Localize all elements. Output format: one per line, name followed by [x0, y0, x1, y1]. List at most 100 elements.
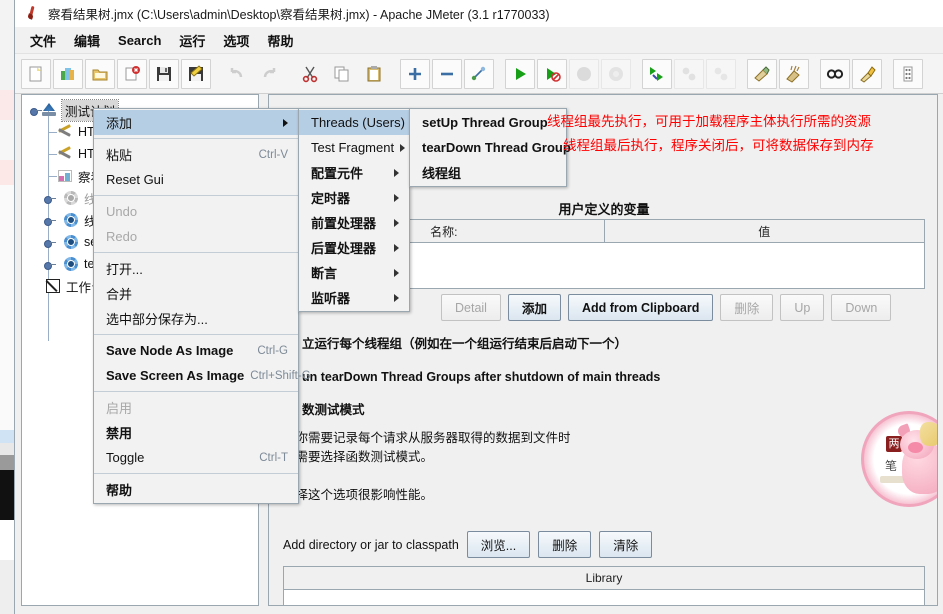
submenu-test-fragment-label: Test Fragment	[311, 140, 395, 155]
menu-file[interactable]: 文件	[21, 28, 65, 53]
tree-expand-handle-icon[interactable]	[44, 238, 56, 248]
tree-expand-handle-icon[interactable]	[44, 194, 56, 204]
main-window: 察看结果树.jmx (C:\Users\admin\Desktop\察看结果树.…	[14, 0, 943, 614]
paste-icon[interactable]	[359, 59, 389, 89]
ctx-save-screen-as-image-label: Save Screen As Image	[106, 368, 245, 383]
menu-options[interactable]: 选项	[214, 28, 258, 53]
ctx-save-node-as-image[interactable]: Save Node As Image Ctrl-G	[94, 338, 298, 363]
functional-test-mode-row[interactable]: 数测试模式	[283, 402, 923, 418]
menu-thread-group-label: 线程组	[422, 166, 462, 181]
redo-icon	[254, 59, 284, 89]
stop-remote-icon	[674, 58, 704, 89]
functional-test-mode-label: 数测试模式	[302, 403, 365, 417]
ctx-enable: 启用	[94, 395, 298, 420]
menu-separator	[94, 252, 298, 253]
start-no-timers-icon[interactable]	[537, 58, 567, 89]
ctx-reset-gui[interactable]: Reset Gui	[94, 167, 298, 192]
ctx-save-selection-as[interactable]: 选中部分保存为...	[94, 306, 298, 331]
menu-setup-thread-group[interactable]: setUp Thread Group	[410, 110, 566, 135]
close-document-icon[interactable]	[117, 58, 147, 89]
menu-bar: 文件 编辑 Search 运行 选项 帮助	[15, 27, 943, 54]
function-helper-icon[interactable]	[893, 58, 923, 89]
menu-help[interactable]: 帮助	[258, 28, 302, 53]
search-icon[interactable]	[820, 58, 850, 89]
toggle-icon[interactable]	[464, 58, 494, 89]
browse-button[interactable]: 浏览...	[466, 531, 531, 558]
menu-thread-group[interactable]: 线程组	[410, 160, 566, 185]
move-up-button: Up	[780, 294, 825, 321]
ctx-toggle[interactable]: Toggle Ctrl-T	[94, 445, 298, 470]
tree-expand-handle-icon[interactable]	[44, 260, 56, 270]
thread-group-icon	[62, 255, 80, 273]
menu-edit[interactable]: 编辑	[65, 28, 109, 53]
http-request-icon	[56, 123, 74, 141]
ctx-add[interactable]: 添加	[94, 110, 298, 135]
classpath-delete-button[interactable]: 删除	[538, 531, 592, 558]
submenu-threads-users[interactable]: Threads (Users)	[299, 110, 416, 135]
ctx-toggle-label: Toggle	[106, 450, 145, 465]
ctx-save-screen-as-image[interactable]: Save Screen As Image Ctrl+Shift-G	[94, 363, 311, 388]
submenu-assertion[interactable]: 断言	[299, 260, 409, 285]
functional-hint-line-2: 才需要选择函数测试模式。	[283, 450, 434, 464]
menu-search[interactable]: Search	[109, 30, 170, 51]
search-reset-icon[interactable]	[852, 58, 882, 89]
templates-icon[interactable]	[53, 58, 83, 89]
library-table[interactable]: Library	[283, 566, 925, 605]
submenu-test-fragment[interactable]: Test Fragment	[299, 135, 409, 160]
expand-all-icon[interactable]	[400, 58, 430, 89]
tree-context-menu[interactable]: 添加 粘贴 Ctrl-V Reset Gui Undo Redo 打开... 合…	[93, 108, 311, 504]
menu-separator	[94, 195, 298, 196]
add-submenu[interactable]: Threads (Users) Test Fragment 配置元件 定时器 前…	[298, 108, 416, 312]
menu-teardown-thread-group[interactable]: tearDown Thread Group	[410, 135, 571, 160]
ctx-help-label: 帮助	[106, 483, 133, 498]
submenu-post-processor-label: 后置处理器	[311, 241, 377, 256]
cut-icon[interactable]	[295, 59, 325, 89]
start-remote-icon[interactable]	[642, 58, 672, 89]
save-as-icon[interactable]	[181, 58, 211, 89]
teardown-after-shutdown-row[interactable]: un tearDown Thread Groups after shutdown…	[283, 369, 923, 385]
chevron-right-icon	[394, 218, 399, 227]
view-results-tree-icon	[56, 167, 74, 185]
ctx-disable[interactable]: 禁用	[94, 420, 298, 445]
classpath-clear-button[interactable]: 清除	[599, 531, 653, 558]
title-bar: 察看结果树.jmx (C:\Users\admin\Desktop\察看结果树.…	[15, 0, 943, 27]
new-document-icon[interactable]	[21, 58, 51, 89]
ctx-paste[interactable]: 粘贴 Ctrl-V	[94, 142, 298, 167]
ctx-merge-label: 合并	[106, 287, 133, 302]
workbench-icon	[44, 277, 62, 295]
submenu-timer[interactable]: 定时器	[299, 185, 409, 210]
threads-users-submenu[interactable]: setUp Thread Group tearDown Thread Group…	[409, 108, 571, 187]
ctx-enable-label: 启用	[106, 401, 133, 416]
ctx-merge[interactable]: 合并	[94, 281, 298, 306]
annotation-teardown-thread-group: 线程组最后执行，程序关闭后，可将数据保存到内存	[563, 138, 874, 153]
submenu-listener[interactable]: 监听器	[299, 285, 409, 310]
clear-icon[interactable]	[747, 58, 777, 89]
independent-thread-groups-row[interactable]: 立运行每个线程组（例如在一个组运行结束后启动下一个）	[283, 336, 923, 352]
ctx-add-label: 添加	[106, 116, 133, 131]
submenu-assertion-label: 断言	[311, 266, 338, 281]
tree-expand-handle-icon[interactable]	[30, 106, 42, 116]
open-folder-icon[interactable]	[85, 58, 115, 89]
ctx-toggle-accel: Ctrl-T	[259, 451, 288, 464]
chevron-right-icon	[400, 143, 406, 152]
menu-run[interactable]: 运行	[170, 28, 214, 53]
tree-expand-handle-icon[interactable]	[44, 216, 56, 226]
submenu-pre-processor[interactable]: 前置处理器	[299, 210, 409, 235]
submenu-post-processor[interactable]: 后置处理器	[299, 235, 409, 260]
functional-hint-line-1: 自你需要记录每个请求从服务器取得的数据到文件时	[283, 431, 571, 445]
thread-group-icon	[62, 189, 80, 207]
collapse-all-icon[interactable]	[432, 58, 462, 89]
save-icon[interactable]	[149, 58, 179, 89]
copy-icon[interactable]	[327, 59, 357, 89]
menu-separator	[94, 138, 298, 139]
ctx-help[interactable]: 帮助	[94, 477, 298, 502]
chevron-right-icon	[394, 168, 399, 177]
ctx-open[interactable]: 打开...	[94, 256, 298, 281]
clear-all-icon[interactable]	[779, 58, 809, 89]
menu-separator	[94, 391, 298, 392]
add-from-clipboard-button[interactable]: Add from Clipboard	[567, 294, 714, 321]
start-icon[interactable]	[505, 58, 535, 89]
submenu-config-element[interactable]: 配置元件	[299, 160, 409, 185]
add-variable-button[interactable]: 添加	[507, 294, 561, 321]
mascot-ink-icon: 笔	[884, 459, 897, 473]
